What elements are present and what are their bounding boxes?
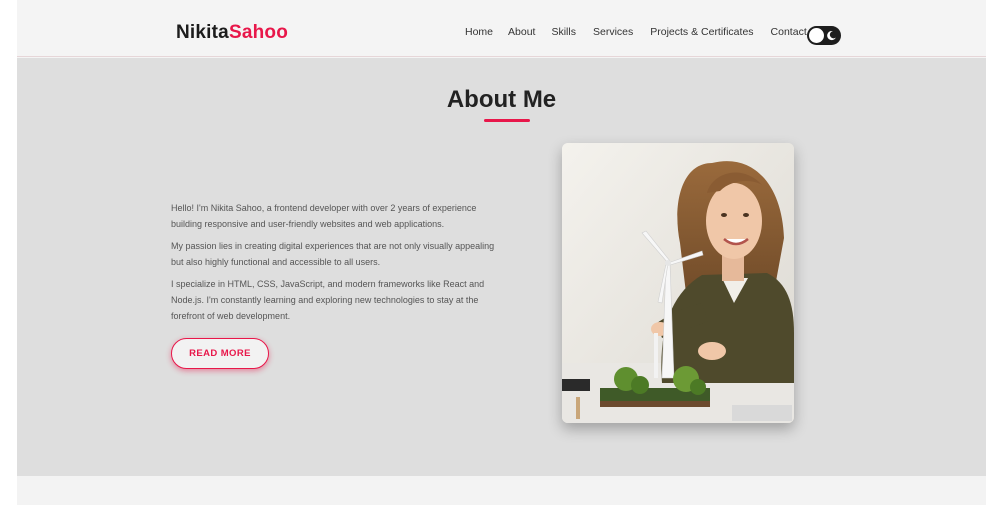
profile-photo-illustration: [562, 143, 794, 423]
next-section-start: [17, 476, 986, 505]
brand-first-name: Nikita: [176, 22, 229, 43]
page: NikitaSahoo Home About Skills Services P…: [17, 0, 986, 505]
site-header: NikitaSahoo Home About Skills Services P…: [17, 4, 986, 57]
nav-item-about[interactable]: About: [508, 26, 535, 38]
main-nav: Home About Skills Services Projects & Ce…: [465, 26, 807, 38]
section-title: About Me: [446, 86, 557, 113]
toggle-knob: [809, 28, 824, 43]
title-underline: [484, 119, 530, 122]
brand-last-name: Sahoo: [228, 22, 289, 43]
nav-item-skills[interactable]: Skills: [551, 26, 576, 38]
about-section: About Me Hello! I'm Nikita Sahoo, a fron…: [17, 58, 986, 476]
nav-item-services[interactable]: Services: [593, 26, 633, 38]
nav-item-home[interactable]: Home: [465, 26, 493, 38]
about-paragraph-2: My passion lies in creating digital expe…: [171, 241, 495, 267]
read-more-button[interactable]: READ MORE: [171, 338, 269, 369]
about-text: Hello! I'm Nikita Sahoo, a frontend deve…: [171, 200, 501, 330]
brand-logo[interactable]: NikitaSahoo: [176, 22, 288, 44]
about-paragraph-3: I specialize in HTML, CSS, JavaScript, a…: [171, 279, 485, 321]
theme-toggle[interactable]: [807, 26, 841, 45]
profile-photo: [562, 143, 794, 423]
nav-item-contact[interactable]: Contact: [771, 26, 807, 38]
nav-item-projects-certificates[interactable]: Projects & Certificates: [650, 26, 753, 38]
about-paragraph-1: Hello! I'm Nikita Sahoo, a frontend deve…: [171, 203, 477, 229]
moon-icon: [827, 30, 836, 41]
